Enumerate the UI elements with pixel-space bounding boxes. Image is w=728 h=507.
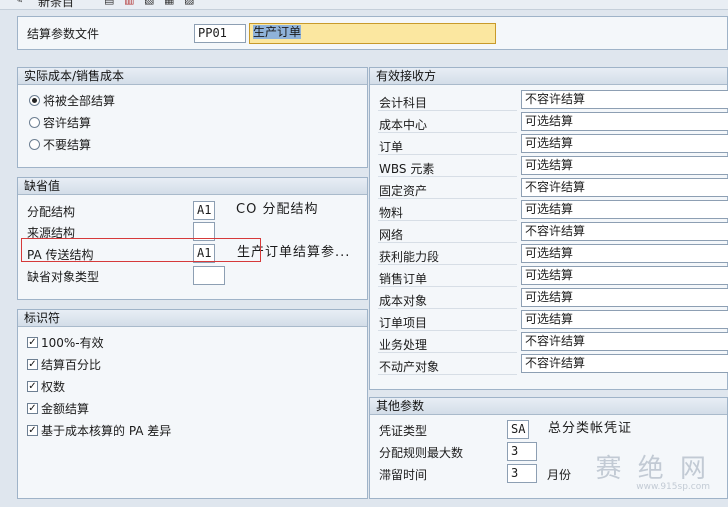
- receiver-row-divider: [378, 374, 517, 375]
- param-file-desc-field[interactable]: 生产订单: [249, 23, 496, 44]
- checkbox-100-effective-label: 100%-有效: [41, 336, 104, 350]
- deselect-icon[interactable]: ▨: [184, 0, 196, 6]
- receiver-label: 订单项目: [379, 316, 428, 330]
- receiver-value-field[interactable]: 不容许结算: [521, 222, 728, 241]
- receiver-label: 成本对象: [379, 294, 428, 308]
- checkbox-pa-variance-label: 基于成本核算的 PA 差异: [41, 424, 172, 438]
- watermark-text: 赛 绝 网: [595, 454, 710, 484]
- alloc-struct-label: 分配结构: [27, 205, 76, 219]
- receivers-title: 有效接收方: [370, 68, 727, 85]
- receivers-panel: 有效接收方 会计科目 不容许结算 成本中心 可选结算 订单 可选结算 WBS 元素 可选结算固…: [369, 67, 728, 390]
- doc-type-field[interactable]: SA: [507, 420, 529, 439]
- watermark-logo: 赛 绝 网 www.915sp.com: [595, 448, 710, 492]
- retention-unit: 月份: [547, 468, 572, 482]
- max-rules-field[interactable]: 3: [507, 442, 537, 461]
- radio-no-settle[interactable]: [29, 139, 40, 150]
- indicators-panel: 标识符 ✓ 100%-有效 ✓ 结算百分比 ✓ 权数 ✓ 金额结算 ✓ 基于成本…: [17, 309, 368, 499]
- receiver-label: 业务处理: [379, 338, 428, 352]
- defaults-title: 缺省值: [18, 178, 367, 195]
- default-obj-label: 缺省对象类型: [27, 270, 100, 284]
- param-file-label: 结算参数文件: [27, 27, 100, 41]
- receiver-row-divider: [378, 132, 517, 133]
- receiver-row-divider: [378, 242, 517, 243]
- param-file-code-field[interactable]: PP01: [194, 24, 246, 43]
- radio-settle-all[interactable]: [29, 95, 40, 106]
- receiver-value-field[interactable]: 可选结算: [521, 156, 728, 175]
- receiver-label: 固定资产: [379, 184, 428, 198]
- receiver-label: 成本中心: [379, 118, 428, 132]
- copy-icon[interactable]: ▤: [104, 0, 116, 6]
- doc-type-label: 凭证类型: [379, 424, 428, 438]
- receiver-label: 销售订单: [379, 272, 428, 286]
- receiver-label: 获利能力段: [379, 250, 440, 264]
- checkbox-weighting-label: 权数: [41, 380, 66, 394]
- edit-pencil-icon[interactable]: ✎: [14, 0, 26, 6]
- alloc-struct-field[interactable]: A1: [193, 201, 215, 220]
- doc-type-desc: 总分类帐凭证: [548, 421, 633, 436]
- receiver-value-field[interactable]: 可选结算: [521, 288, 728, 307]
- receiver-row-divider: [378, 308, 517, 309]
- receiver-row-divider: [378, 198, 517, 199]
- checkbox-pa-variance[interactable]: ✓: [27, 425, 38, 436]
- checkbox-percentage[interactable]: ✓: [27, 359, 38, 370]
- application-toolbar: ✎ 新条目 ▤ ▥ ▧ ▦ ▨: [0, 0, 728, 10]
- header-panel: 结算参数文件 PP01 生产订单: [17, 16, 728, 50]
- delete-icon[interactable]: ▥: [124, 0, 136, 6]
- checkbox-amount[interactable]: ✓: [27, 403, 38, 414]
- radio-settle-all-label: 将被全部结算: [43, 94, 116, 108]
- receiver-label: 不动产对象: [379, 360, 440, 374]
- checkbox-100-effective[interactable]: ✓: [27, 337, 38, 348]
- undo-icon[interactable]: ▧: [144, 0, 156, 6]
- other-params-title: 其他参数: [370, 398, 727, 415]
- receiver-value-field[interactable]: 可选结算: [521, 134, 728, 153]
- receiver-value-field[interactable]: 不容许结算: [521, 90, 728, 109]
- receiver-value-field[interactable]: 可选结算: [521, 200, 728, 219]
- receiver-label: 订单: [379, 140, 404, 154]
- param-file-desc-text: 生产订单: [253, 25, 302, 39]
- retention-field[interactable]: 3: [507, 464, 537, 483]
- checkbox-weighting[interactable]: ✓: [27, 381, 38, 392]
- receiver-row-divider: [378, 110, 517, 111]
- radio-allow-settle[interactable]: [29, 117, 40, 128]
- select-icon[interactable]: ▦: [164, 0, 176, 6]
- radio-allow-settle-label: 容许结算: [43, 116, 92, 130]
- receiver-value-field[interactable]: 可选结算: [521, 112, 728, 131]
- receiver-row-divider: [378, 286, 517, 287]
- receiver-label: 会计科目: [379, 96, 428, 110]
- receiver-value-field[interactable]: 可选结算: [521, 310, 728, 329]
- checkbox-percentage-label: 结算百分比: [41, 358, 102, 372]
- actual-cost-panel: 实际成本/销售成本 将被全部结算 容许结算 不要结算: [17, 67, 368, 168]
- receiver-label: WBS 元素: [379, 162, 435, 176]
- checkbox-amount-label: 金额结算: [41, 402, 90, 416]
- indicators-title: 标识符: [18, 310, 367, 327]
- new-entries-button[interactable]: 新条目: [38, 0, 74, 10]
- watermark-url: www.915sp.com: [636, 482, 710, 492]
- pa-struct-callout: [21, 238, 261, 262]
- retention-label: 滞留时间: [379, 468, 428, 482]
- receiver-row-divider: [378, 330, 517, 331]
- receiver-label: 网络: [379, 228, 404, 242]
- default-obj-field[interactable]: [193, 266, 225, 285]
- max-rules-label: 分配规则最大数: [379, 446, 464, 460]
- receiver-value-field[interactable]: 不容许结算: [521, 354, 728, 373]
- radio-no-settle-label: 不要结算: [43, 138, 92, 152]
- receiver-label: 物料: [379, 206, 404, 220]
- receiver-value-field[interactable]: 可选结算: [521, 244, 728, 263]
- receiver-row-divider: [378, 264, 517, 265]
- receiver-row-divider: [378, 352, 517, 353]
- receiver-row-divider: [378, 220, 517, 221]
- receiver-value-field[interactable]: 不容许结算: [521, 178, 728, 197]
- receiver-value-field[interactable]: 可选结算: [521, 266, 728, 285]
- actual-cost-title: 实际成本/销售成本: [18, 68, 367, 85]
- receiver-row-divider: [378, 176, 517, 177]
- receiver-row-divider: [378, 154, 517, 155]
- alloc-struct-desc: CO 分配结构: [236, 202, 319, 217]
- receiver-value-field[interactable]: 不容许结算: [521, 332, 728, 351]
